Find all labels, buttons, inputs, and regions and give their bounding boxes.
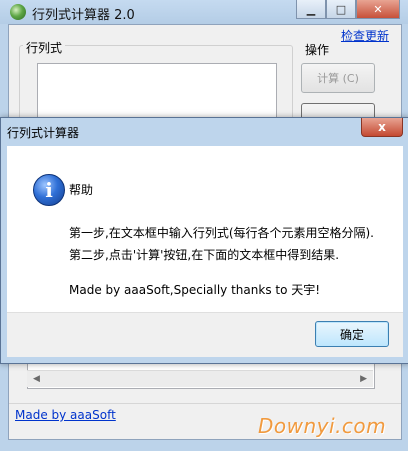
input-group-label: 行列式 (23, 39, 66, 56)
dialog-close-button[interactable]: x (361, 118, 403, 137)
horizontal-scrollbar[interactable]: ◀ ▶ (27, 370, 373, 387)
app-icon (10, 4, 26, 20)
check-update-link[interactable]: 检查更新 (341, 27, 389, 44)
message-heading: 帮助 (69, 183, 94, 197)
info-icon: i (33, 174, 65, 206)
close-icon: ✕ (373, 2, 383, 16)
message-line-1: 第一步,在文本框中输入行列式(每行各个元素用空格分隔). (69, 226, 374, 240)
site-watermark: Downyi.com (258, 414, 387, 438)
ok-button-label: 确定 (339, 327, 364, 342)
message-line-2: 第二步,点击'计算'按钮,在下面的文本框中得到结果. (69, 248, 340, 262)
main-titlebar: 行列式计算器 2.0 ▁ □ ✕ (0, 0, 408, 24)
scroll-right-icon[interactable]: ▶ (360, 374, 367, 384)
operation-label: 操作 (305, 43, 330, 57)
minimize-icon: ▁ (306, 2, 316, 16)
dialog-body: i 帮助 第一步,在文本框中输入行列式(每行各个元素用空格分隔). 第二步,点击… (7, 146, 403, 312)
scroll-left-icon[interactable]: ◀ (33, 374, 40, 384)
window-controls: ▁ □ ✕ (296, 0, 400, 19)
dialog-titlebar[interactable]: 行列式计算器 x (1, 118, 408, 142)
dialog-footer: 确定 (7, 312, 403, 357)
minimize-button[interactable]: ▁ (296, 0, 326, 19)
main-window-title: 行列式计算器 2.0 (32, 8, 135, 23)
maximize-icon: □ (335, 2, 347, 16)
ok-button[interactable]: 确定 (315, 321, 389, 347)
main-close-button[interactable]: ✕ (356, 0, 400, 19)
dialog-title: 行列式计算器 (7, 126, 80, 140)
made-by-link[interactable]: Made by aaaSoft (15, 408, 116, 422)
help-dialog: 行列式计算器 x i 帮助 第一步,在文本框中输入行列式(每行各个元素用空格分隔… (0, 117, 408, 364)
close-icon: x (378, 120, 386, 134)
calculate-button-label: 计算 (C) (317, 72, 359, 85)
maximize-button[interactable]: □ (326, 0, 356, 19)
message-line-3: Made by aaaSoft,Specially thanks to 天宇! (69, 283, 321, 297)
calculate-button[interactable]: 计算 (C) (301, 63, 375, 93)
